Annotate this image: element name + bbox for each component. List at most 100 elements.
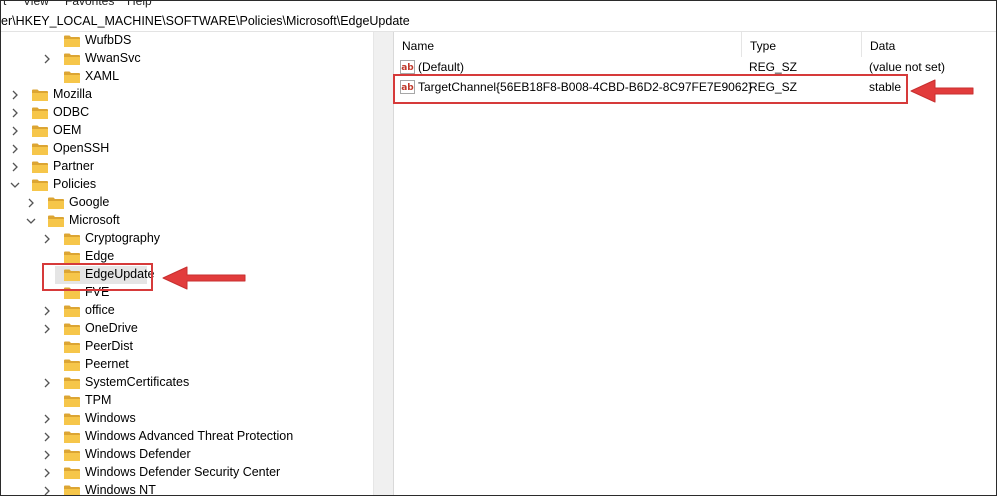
tree-item-label: office [85, 303, 115, 317]
folder-icon [63, 358, 81, 372]
red-arrow-left-icon [161, 265, 249, 291]
tree-item-label: WufbDS [85, 33, 132, 47]
tree-item-windows-defender[interactable]: Windows Defender [1, 446, 373, 464]
tree-item-policies[interactable]: Policies [1, 176, 373, 194]
highlight-box-edgeupdate [42, 263, 153, 291]
tree-item-onedrive[interactable]: OneDrive [1, 320, 373, 338]
folder-icon [31, 142, 49, 156]
chevron-right-icon[interactable] [9, 143, 21, 155]
menu-item-favorites[interactable]: Favorites [65, 1, 114, 8]
tree-item-cryptography[interactable]: Cryptography [1, 230, 373, 248]
chevron-right-icon[interactable] [9, 125, 21, 137]
column-header-type-label: Type [750, 39, 777, 53]
folder-icon [31, 124, 49, 138]
tree-item-label: Google [69, 195, 110, 209]
chevron-right-icon[interactable] [41, 53, 53, 65]
column-header-name[interactable]: Name [394, 32, 742, 57]
tree-item-label: TPM [85, 393, 112, 407]
tree-item-label: Policies [53, 177, 97, 191]
folder-icon [47, 196, 65, 210]
folder-icon [47, 214, 65, 228]
red-arrow-left-icon [909, 78, 977, 104]
tree-item-label: OEM [53, 123, 82, 137]
column-header-name-label: Name [402, 39, 435, 53]
value-type: REG_SZ [749, 60, 798, 74]
column-header-type[interactable]: Type [742, 32, 862, 57]
chevron-right-icon[interactable] [41, 467, 53, 479]
tree-item-peerdist[interactable]: PeerDist [1, 338, 373, 356]
chevron-right-icon[interactable] [9, 161, 21, 173]
tree-item-label: PeerDist [85, 339, 133, 353]
string-value-icon: ab [400, 60, 415, 74]
svg-text:ab: ab [401, 63, 414, 73]
tree-item-label: Windows Defender Security Center [85, 465, 281, 479]
chevron-right-icon[interactable] [41, 323, 53, 335]
tree-item-peernet[interactable]: Peernet [1, 356, 373, 374]
folder-icon [63, 466, 81, 480]
folder-icon [63, 412, 81, 426]
tree-vertical-scrollbar[interactable] [373, 32, 390, 495]
tree-item-partner[interactable]: Partner [1, 158, 373, 176]
chevron-right-icon[interactable] [41, 449, 53, 461]
tree-item-office[interactable]: office [1, 302, 373, 320]
chevron-right-icon[interactable] [41, 485, 53, 495]
folder-icon [31, 88, 49, 102]
tree-item-openssh[interactable]: OpenSSH [1, 140, 373, 158]
tree-item-windows[interactable]: Windows [1, 410, 373, 428]
folder-icon [31, 160, 49, 174]
tree-item-label: ODBC [53, 105, 90, 119]
tree-item-windows-nt[interactable]: Windows NT [1, 482, 373, 496]
tree-item-odbc[interactable]: ODBC [1, 104, 373, 122]
chevron-right-icon[interactable] [41, 377, 53, 389]
tree-item-label: Windows Defender [85, 447, 191, 461]
chevron-down-icon[interactable] [25, 215, 37, 227]
chevron-right-icon[interactable] [41, 413, 53, 425]
tree-item-label: OpenSSH [53, 141, 110, 155]
tree-item-label: Windows Advanced Threat Protection [85, 429, 294, 443]
tree-item-xaml[interactable]: XAML [1, 68, 373, 86]
tree-item-label: Peernet [85, 357, 129, 371]
menu-item-help[interactable]: Help [127, 1, 152, 8]
chevron-right-icon[interactable] [25, 197, 37, 209]
chevron-right-icon[interactable] [41, 431, 53, 443]
tree-item-label: Partner [53, 159, 94, 173]
chevron-down-icon[interactable] [9, 179, 21, 191]
menu-item-view[interactable]: View [23, 1, 49, 8]
tree-item-google[interactable]: Google [1, 194, 373, 212]
folder-icon [63, 340, 81, 354]
chevron-right-icon[interactable] [9, 107, 21, 119]
tree-item-wwansvc[interactable]: WwanSvc [1, 50, 373, 68]
folder-icon [63, 34, 81, 48]
chevron-right-icon[interactable] [41, 305, 53, 317]
folder-icon [63, 70, 81, 84]
folder-icon [31, 106, 49, 120]
folder-icon [63, 376, 81, 390]
tree-item-systemcertificates[interactable]: SystemCertificates [1, 374, 373, 392]
tree-item-label: Cryptography [85, 231, 161, 245]
tree-item-label: Windows [85, 411, 136, 425]
column-header-data[interactable]: Data [862, 32, 996, 57]
tree-item-microsoft[interactable]: Microsoft [1, 212, 373, 230]
tree-item-tpm[interactable]: TPM [1, 392, 373, 410]
highlight-box-targetchannel [393, 74, 908, 104]
folder-icon [63, 484, 81, 495]
tree-item-label: WwanSvc [85, 51, 141, 65]
tree-item-wufbds[interactable]: WufbDS [1, 32, 373, 50]
tree-item-windows-defender-security-center[interactable]: Windows Defender Security Center [1, 464, 373, 482]
tree-item-label: OneDrive [85, 321, 138, 335]
address-path: er\HKEY_LOCAL_MACHINE\SOFTWARE\Policies\… [1, 14, 410, 28]
tree-item-mozilla[interactable]: Mozilla [1, 86, 373, 104]
menu-item-partial[interactable]: t [3, 1, 6, 8]
value-data: (value not set) [869, 60, 946, 74]
tree-item-label: Mozilla [53, 87, 92, 101]
folder-icon [63, 304, 81, 318]
tree-item-oem[interactable]: OEM [1, 122, 373, 140]
chevron-right-icon[interactable] [41, 233, 53, 245]
folder-icon [31, 178, 49, 192]
tree-item-label: Windows NT [85, 483, 156, 496]
column-header-data-label: Data [870, 39, 896, 53]
tree-item-windows-advanced-threat-protection[interactable]: Windows Advanced Threat Protection [1, 428, 373, 446]
chevron-right-icon[interactable] [9, 89, 21, 101]
address-bar[interactable]: er\HKEY_LOCAL_MACHINE\SOFTWARE\Policies\… [1, 12, 996, 32]
value-name: (Default) [418, 60, 465, 74]
